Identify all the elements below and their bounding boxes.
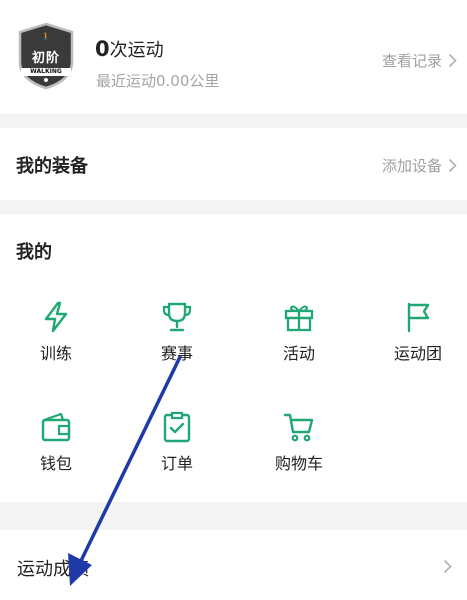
grid-item-orders[interactable]: 订单	[127, 410, 227, 474]
workout-count-suffix: 次运动	[109, 40, 164, 61]
wallet-icon	[41, 412, 71, 442]
flag-icon	[407, 302, 430, 333]
equipment-title: 我的装备	[16, 156, 88, 177]
sports-scores-row[interactable]: 运动成绩	[0, 530, 467, 600]
grid-item-cart[interactable]: 购物车	[249, 410, 349, 474]
add-device-label: 添加设备	[381, 157, 442, 175]
equipment-card[interactable]: 我的装备 添加设备	[0, 128, 467, 200]
grid-item-sports-group[interactable]: 运动团	[368, 300, 467, 364]
stats-card: 🚶 初阶 WALKING 0次运动 最近运动0.00公里 查看记录	[0, 0, 467, 114]
lightning-icon	[44, 301, 68, 333]
workout-count: 0次运动	[95, 36, 164, 62]
mine-title: 我的	[16, 242, 52, 263]
chevron-right-icon	[448, 53, 457, 68]
grid-item-label: 运动团	[393, 344, 442, 363]
chevron-right-icon	[443, 559, 452, 574]
trophy-icon	[162, 302, 192, 332]
add-device-link[interactable]: 添加设备	[382, 155, 457, 176]
level-badge[interactable]: 🚶 初阶 WALKING	[17, 22, 75, 90]
grid-item-activities[interactable]: 活动	[249, 300, 349, 364]
gift-icon	[284, 305, 314, 332]
view-records-label: 查看记录	[381, 52, 442, 70]
shopping-cart-icon	[283, 413, 314, 442]
workout-count-number: 0	[95, 37, 110, 61]
svg-text:🚶: 🚶	[41, 31, 51, 41]
sports-scores-title: 运动成绩	[17, 559, 89, 580]
view-records-link[interactable]: 查看记录	[382, 50, 457, 71]
grid-item-training[interactable]: 训练	[6, 300, 106, 364]
grid-item-label: 活动	[282, 344, 315, 363]
grid-item-wallet[interactable]: 钱包	[6, 410, 106, 474]
recent-distance: 最近运动0.00公里	[96, 72, 220, 90]
grid-item-label: 购物车	[274, 454, 323, 473]
grid-item-label: 订单	[160, 454, 193, 473]
clipboard-check-icon	[163, 411, 191, 443]
chevron-right-icon	[448, 158, 457, 173]
grid-item-label: 钱包	[39, 454, 72, 473]
grid-item-label: 训练	[39, 344, 72, 363]
grid-item-events[interactable]: 赛事	[127, 300, 227, 364]
badge-sub-label: WALKING	[21, 68, 71, 76]
mine-card: 我的 训练 赛事 活动 运动团 钱包 订单 购物车	[0, 214, 467, 502]
badge-label: 初阶	[31, 51, 60, 66]
grid-item-label: 赛事	[160, 344, 193, 363]
